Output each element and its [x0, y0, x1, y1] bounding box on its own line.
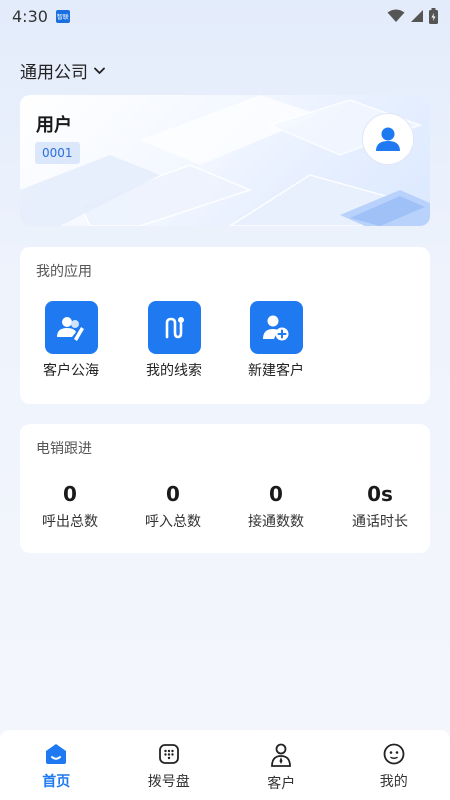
- stat-value: 0s: [367, 482, 393, 506]
- stat-inbound-calls: 0 呼入总数: [123, 482, 223, 531]
- wifi-icon: [387, 9, 405, 22]
- tab-profile[interactable]: 我的: [338, 730, 450, 800]
- app-label: 我的线索: [146, 363, 202, 379]
- user-name: 用户: [36, 115, 72, 136]
- app-my-leads[interactable]: 我的线索: [134, 301, 214, 380]
- stats-panel-title: 电销跟进: [36, 441, 92, 457]
- stat-outbound-calls: 0 呼出总数: [20, 482, 120, 531]
- stats-panel: 电销跟进 0 呼出总数 0 呼入总数 0 接通数数 0s 通话时长: [20, 424, 430, 553]
- add-customer-icon: [249, 301, 303, 354]
- stat-label: 呼入总数: [145, 514, 201, 530]
- profile-icon: [383, 743, 405, 765]
- company-selector[interactable]: 通用公司: [20, 58, 105, 83]
- user-avatar-icon: [376, 127, 400, 151]
- avatar[interactable]: [362, 113, 414, 165]
- app-notification-icon: 智联: [55, 9, 70, 23]
- stat-label: 通话时长: [352, 514, 408, 530]
- stat-call-duration: 0s 通话时长: [330, 482, 430, 531]
- app-new-customer[interactable]: 新建客户: [236, 301, 316, 380]
- card-background-decoration: [20, 95, 430, 226]
- tab-dialpad[interactable]: 拨号盘: [113, 730, 226, 800]
- company-name: 通用公司: [20, 63, 88, 83]
- home-icon: [46, 744, 67, 764]
- tab-label: 拨号盘: [147, 774, 190, 790]
- status-time: 4:30: [12, 6, 48, 26]
- apps-panel: 我的应用 客户公海 我的线索 新建客户: [20, 247, 430, 404]
- stat-value: 0: [63, 482, 77, 506]
- app-customer-pool[interactable]: 客户公海: [31, 301, 111, 380]
- stat-label: 呼出总数: [42, 514, 98, 530]
- tab-label: 首页: [42, 774, 71, 790]
- tab-label: 客户: [267, 776, 296, 792]
- bottom-tab-bar: 首页 拨号盘 客户 我的: [0, 730, 450, 800]
- stat-value: 0: [269, 482, 283, 506]
- status-icons: [387, 8, 438, 24]
- apps-panel-title: 我的应用: [36, 264, 92, 280]
- battery-icon: [429, 8, 438, 24]
- leads-icon: [147, 301, 201, 354]
- stat-label: 接通数数: [248, 514, 304, 530]
- chevron-down-icon: [94, 67, 105, 74]
- customer-pool-icon: [44, 301, 98, 354]
- app-label: 新建客户: [248, 363, 304, 379]
- status-bar: 4:30 智联: [0, 0, 450, 32]
- customer-icon: [271, 743, 292, 767]
- signal-icon: [411, 10, 423, 22]
- stat-value: 0: [166, 482, 180, 506]
- stat-connected-calls: 0 接通数数: [226, 482, 326, 531]
- dialpad-icon: [158, 744, 179, 764]
- user-card: 用户 0001: [20, 95, 430, 226]
- user-id-badge: 0001: [35, 142, 80, 164]
- tab-label: 我的: [379, 774, 408, 790]
- tab-customer[interactable]: 客户: [225, 730, 338, 800]
- app-label: 客户公海: [43, 363, 99, 379]
- tab-home[interactable]: 首页: [0, 730, 113, 800]
